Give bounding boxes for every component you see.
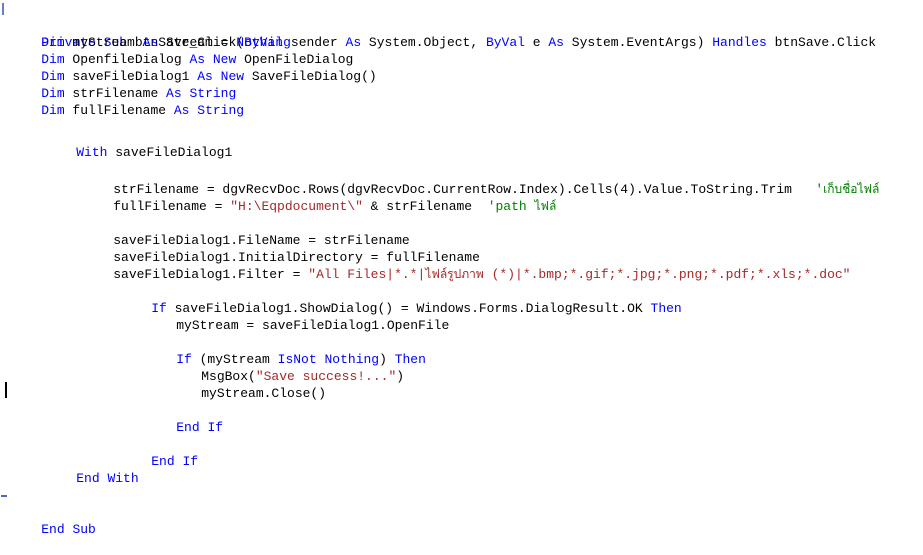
code-line[interactable]: strFilename = dgvRecvDoc.Rows(dgvRecvDoc… — [0, 164, 923, 197]
code-line[interactable]: myStream.Close() — [0, 368, 923, 401]
fold-bar-icon[interactable] — [2, 3, 4, 15]
kw-with: With — [76, 145, 108, 160]
code-line[interactable]: saveFileDialog1.Filter = "All Files|*.*|… — [0, 249, 923, 282]
comment-thai-file: ไฟล์ — [534, 199, 557, 213]
code-line[interactable]: End If — [0, 436, 923, 469]
code-line[interactable]: End Sub — [0, 487, 923, 537]
kw-sub-end: Sub — [72, 522, 96, 537]
kw-end-4: End — [41, 522, 65, 537]
text-caret — [5, 382, 7, 398]
code-editor-surface[interactable]: Private Sub btnSave_Click(ByVal sender A… — [0, 0, 923, 540]
code-line[interactable]: Dim saveFileDialog1 As New SaveFileDialo… — [0, 51, 923, 84]
stmt-mystream-openfile: myStream = saveFileDialog1.OpenFile — [176, 318, 450, 333]
comment-path: 'path — [487, 199, 535, 214]
code-line[interactable]: Dim strFilename As String — [0, 68, 923, 101]
kw-dim-5: Dim — [41, 103, 65, 118]
kw-end-1: End — [176, 420, 200, 435]
code-line[interactable]: Private Sub btnSave_Click(ByVal sender A… — [0, 0, 923, 50]
code-line[interactable]: End If — [0, 402, 923, 435]
fold-collapse-icon[interactable] — [1, 495, 7, 497]
code-line[interactable]: saveFileDialog1.InitialDirectory = fullF… — [0, 232, 923, 265]
code-line[interactable]: Dim OpenfileDialog As New OpenFileDialog — [0, 34, 923, 67]
kw-if-end-1: If — [207, 420, 224, 435]
string-path-literal: "H:\Eqpdocument\" — [230, 199, 363, 214]
code-line[interactable]: myStream = saveFileDialog1.OpenFile — [0, 300, 923, 333]
kw-end-3: End — [76, 471, 100, 486]
code-line[interactable]: If (myStream IsNot Nothing) Then — [0, 334, 923, 367]
code-line[interactable]: If saveFileDialog1.ShowDialog() = Window… — [0, 283, 923, 316]
code-line[interactable]: Dim fullFilename As String — [0, 85, 923, 118]
code-line[interactable]: With saveFileDialog1 — [0, 127, 923, 160]
code-line[interactable]: MsgBox("Save success!...") — [0, 351, 923, 384]
kw-string: String — [197, 103, 245, 118]
code-line[interactable]: End With — [0, 453, 923, 486]
code-line[interactable]: Dim myStream As Stream = Nothing — [0, 17, 923, 50]
string-filter-literal-part1: "All Files|*.*| — [308, 267, 426, 282]
stmt-mystream-close: myStream.Close() — [201, 386, 327, 401]
code-line[interactable]: saveFileDialog1.FileName = strFilename — [0, 215, 923, 248]
kw-as: As — [173, 103, 190, 118]
string-filter-literal-part2: (*)|*.bmp;*.gif;*.jpg;*.png;*.pdf;*.xls;… — [483, 267, 851, 282]
code-line[interactable]: fullFilename = "H:\Eqpdocument\" & strFi… — [0, 181, 923, 214]
kw-with-end: With — [107, 471, 139, 486]
string-filter-thai: ไฟล์รูปภาพ — [425, 267, 484, 281]
